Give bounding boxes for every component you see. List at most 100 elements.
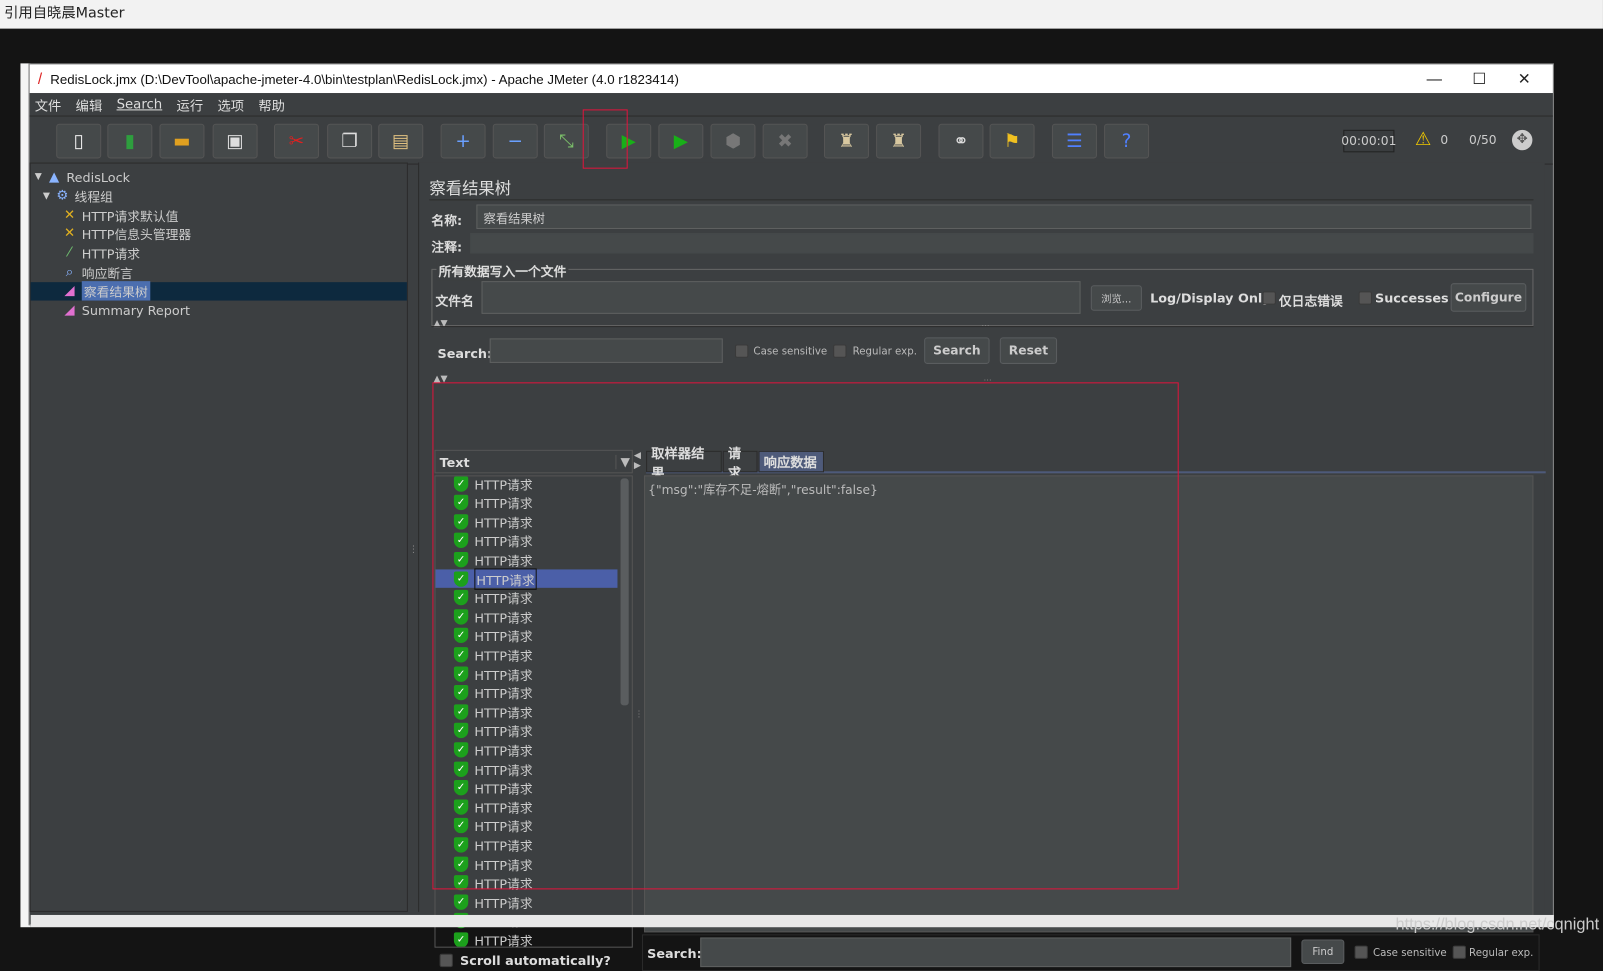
find-input[interactable] [700,937,1292,968]
paste-button[interactable]: ▤ [378,123,424,159]
start-button[interactable]: ▶ [606,123,652,159]
tab-request[interactable]: 请求 [722,446,758,481]
chevron-down-icon[interactable]: ▼ [615,454,630,470]
result-row[interactable]: ✓ HTTP请求 [435,893,617,911]
reset-search-button[interactable]: ⚑ [989,123,1035,159]
menu-run[interactable]: 运行 [177,95,204,114]
result-label: HTTP请求 [474,857,533,873]
result-label: HTTP请求 [474,495,533,512]
result-row[interactable]: ✓ HTTP请求 [435,567,618,590]
split-arrows-icon[interactable]: ▲▼ [433,319,447,329]
expand-toggle-icon[interactable]: ▼ [35,172,42,182]
collapse-arrows-icon[interactable]: ◀ ▶ [634,451,641,471]
result-row[interactable]: ✓ HTTP请求 [435,607,617,625]
splitter-handle[interactable]: ⋮ [409,545,418,555]
result-row[interactable]: ✓ HTTP请求 [435,550,617,568]
tree-node[interactable]: ▼ ▲ RedisLock [35,168,130,186]
result-row[interactable]: ✓ HTTP请求 [435,476,617,492]
shutdown-button[interactable]: ✖ [762,123,808,159]
save-button[interactable]: ▣ [212,123,258,159]
tab-sampler-result[interactable]: 取样器结果 [646,446,722,481]
result-row[interactable]: ✓ HTTP请求 [435,798,617,816]
result-row[interactable]: ✓ HTTP请求 [435,664,617,682]
clear-all-button[interactable]: ♜ [876,123,922,159]
configure-button[interactable]: Configure [1450,283,1527,312]
toggle-button[interactable]: ⤡ [543,123,589,159]
result-row[interactable]: ✓ HTTP请求 [435,931,617,947]
expand-button[interactable]: + [440,123,486,159]
collapse-button[interactable]: − [492,123,538,159]
scrollbar[interactable] [620,478,629,706]
browse-button[interactable]: 浏览... [1090,285,1142,311]
response-data-area[interactable]: {"msg":"库存不足-熔断","result":false} [644,475,1534,933]
copy-button[interactable]: ❐ [327,123,373,159]
menu-options[interactable]: 选项 [217,95,244,114]
result-row[interactable]: ✓ HTTP请求 [435,531,617,549]
result-row[interactable]: ✓ HTTP请求 [435,722,617,740]
result-row[interactable]: ✓ HTTP请求 [435,779,617,797]
result-row[interactable]: ✓ HTTP请求 [435,874,617,892]
warning-icon[interactable]: ⚠ [1415,129,1432,150]
result-row[interactable]: ✓ HTTP请求 [435,684,617,702]
case-sensitive-checkbox[interactable] [735,344,749,358]
help-button[interactable]: ? [1104,123,1150,159]
open-button[interactable]: ▬ [159,123,205,159]
split-arrows-icon[interactable]: ▲▼ [433,374,447,384]
menu-help[interactable]: 帮助 [258,95,285,114]
result-row[interactable]: ✓ HTTP请求 [435,626,617,644]
templates-button[interactable]: ▮ [107,123,153,159]
filename-label: 文件名 [435,293,474,309]
result-row[interactable]: ✓ HTTP请求 [435,645,617,663]
tree-node[interactable]: ▼ ⚙ 线程组 [43,187,113,205]
result-row[interactable]: ✓ HTTP请求 [435,588,617,606]
start-no-pause-button[interactable]: ▶ [658,123,704,159]
successes-checkbox[interactable] [1358,291,1372,305]
result-row[interactable]: ✓ HTTP请求 [435,817,617,835]
regex-checkbox[interactable] [833,344,847,358]
splitter-handle[interactable]: ⋯ [983,375,991,384]
menu-file[interactable]: 文件 [35,95,62,114]
result-row[interactable]: ✓ HTTP请求 [435,512,617,530]
result-row[interactable]: ✓ HTTP请求 [435,493,617,511]
tree-node[interactable]: ⌕ 响应断言 [61,263,133,281]
expand-toggle-icon[interactable]: ▼ [43,191,50,201]
splitter-handle[interactable]: ⋮ [635,709,643,718]
result-row[interactable]: ✓ HTTP请求 [435,703,617,721]
search-button[interactable]: Search [924,337,990,364]
scroll-auto-checkbox[interactable] [439,953,453,968]
clear-button[interactable]: ♜ [823,123,869,159]
result-row[interactable]: ✓ HTTP请求 [435,741,617,759]
tab-response-data[interactable]: 响应数据 [758,450,824,473]
new-button[interactable]: ▯ [56,123,102,159]
result-row[interactable]: ✓ HTTP请求 [435,760,617,778]
stop-button[interactable]: ⬢ [710,123,756,159]
cut-button[interactable]: ✂ [273,123,319,159]
maximize-icon[interactable]: ☐ [1457,64,1502,93]
function-helper-button[interactable]: ☰ [1051,123,1097,159]
menu-edit[interactable]: 编辑 [76,95,103,114]
close-icon[interactable]: ✕ [1502,64,1547,93]
name-input[interactable]: 察看结果树 [476,204,1532,229]
search-button[interactable]: ⚭ [938,123,984,159]
search-input[interactable] [489,338,723,363]
result-row[interactable]: ✓ HTTP请求 [435,836,617,854]
comment-input[interactable] [470,233,1534,254]
tree-node[interactable]: ◢ 察看结果树 [30,281,407,301]
tree-node[interactable]: ✕ HTTP信息头管理器 [61,225,191,243]
find-regex-checkbox[interactable] [1452,945,1466,959]
result-row[interactable]: ✓ HTTP请求 [435,855,617,873]
filename-input[interactable] [481,281,1081,314]
tree-node[interactable]: ⁄ HTTP请求 [61,244,140,262]
find-case-checkbox[interactable] [1354,945,1368,959]
success-shield-icon: ✓ [453,780,469,796]
minimize-icon[interactable]: — [1412,64,1457,93]
reset-button[interactable]: Reset [999,337,1058,364]
remote-status-icon[interactable]: ✥ [1511,129,1533,151]
scroll-auto-label: Scroll automatically? [460,952,611,969]
tree-node[interactable]: ◢ Summary Report [61,301,190,319]
tree-node[interactable]: ✕ HTTP请求默认值 [61,206,178,224]
menu-search[interactable]: Search [117,97,163,112]
find-button[interactable]: Find [1301,939,1345,965]
errors-checkbox[interactable] [1262,291,1276,305]
renderer-select[interactable]: Text ▼ [434,449,633,474]
